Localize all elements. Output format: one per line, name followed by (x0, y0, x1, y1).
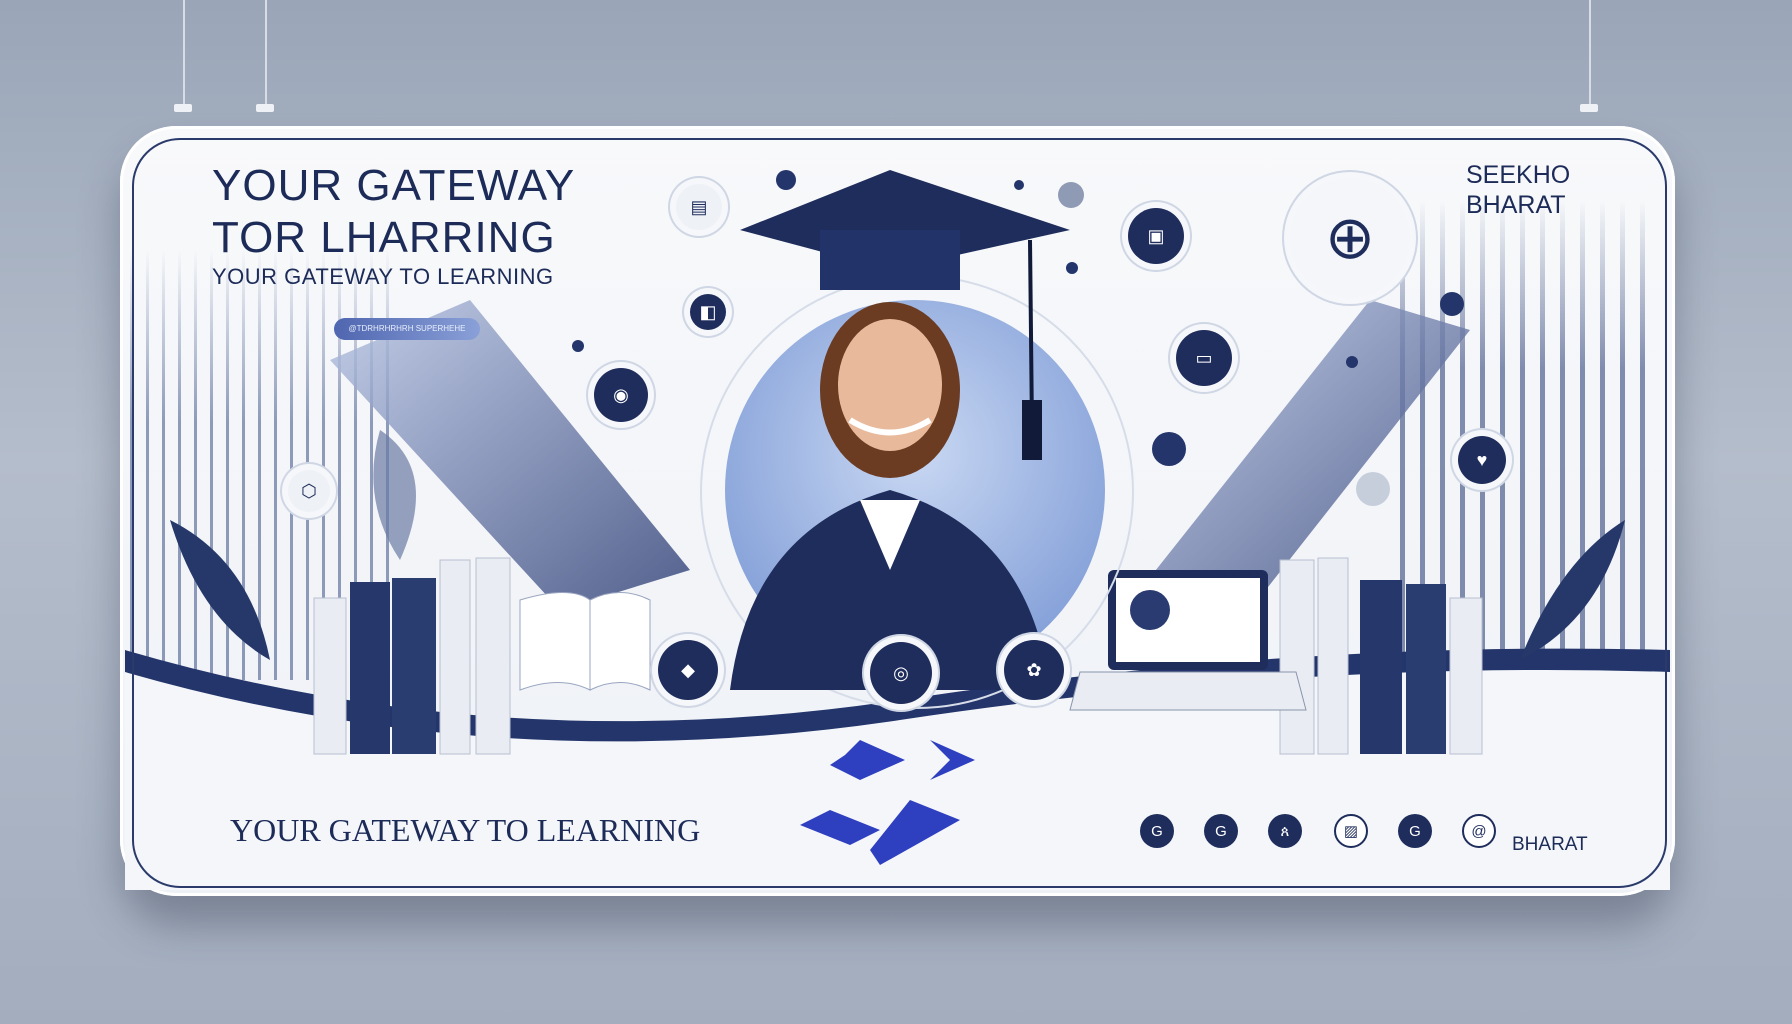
brand-line-1: SEEKHO (1466, 161, 1571, 189)
g-alt-icon[interactable]: G (1204, 814, 1238, 848)
bookmark-icon: ◧ (690, 294, 726, 330)
laptop-icon: ▭ (1176, 330, 1232, 386)
monitor-icon: ▣ (1128, 208, 1184, 264)
chat-heart-icon: ♥ (1458, 436, 1506, 484)
pill-badge[interactable]: @TDRHRHRHRH SUPERHEHE (334, 318, 480, 340)
camera-icon: ◎ (870, 642, 932, 704)
user-icon[interactable]: ጰ (1268, 814, 1302, 848)
brand-line-2: BHARAT (1466, 191, 1566, 219)
swirl-icon[interactable]: @ (1462, 814, 1496, 848)
palette-icon: ✿ (1004, 640, 1064, 700)
image-icon[interactable]: ▨ (1334, 814, 1368, 848)
headline: YOUR GATEWAY TOR LHARRING (212, 161, 575, 262)
g-circle-icon[interactable]: G (1398, 814, 1432, 848)
subheadline: YOUR GATEWAY TO LEARNING (212, 264, 554, 289)
g-icon[interactable]: G (1140, 814, 1174, 848)
graduate-portrait (730, 170, 1070, 690)
globe-icon: ⊕ (1290, 178, 1410, 298)
badge-icon: ◆ (658, 640, 718, 700)
brand-logo: SEEKHO BHARAT (1466, 160, 1570, 220)
bottom-tagline: YOUR GATEWAY TO LEARNING (230, 812, 701, 848)
bottom-brand: BHARAT (1512, 834, 1588, 855)
book-icon: ▤ (676, 184, 722, 230)
shield-icon: ⬡ (288, 470, 330, 512)
lock-icon: ◉ (594, 368, 648, 422)
